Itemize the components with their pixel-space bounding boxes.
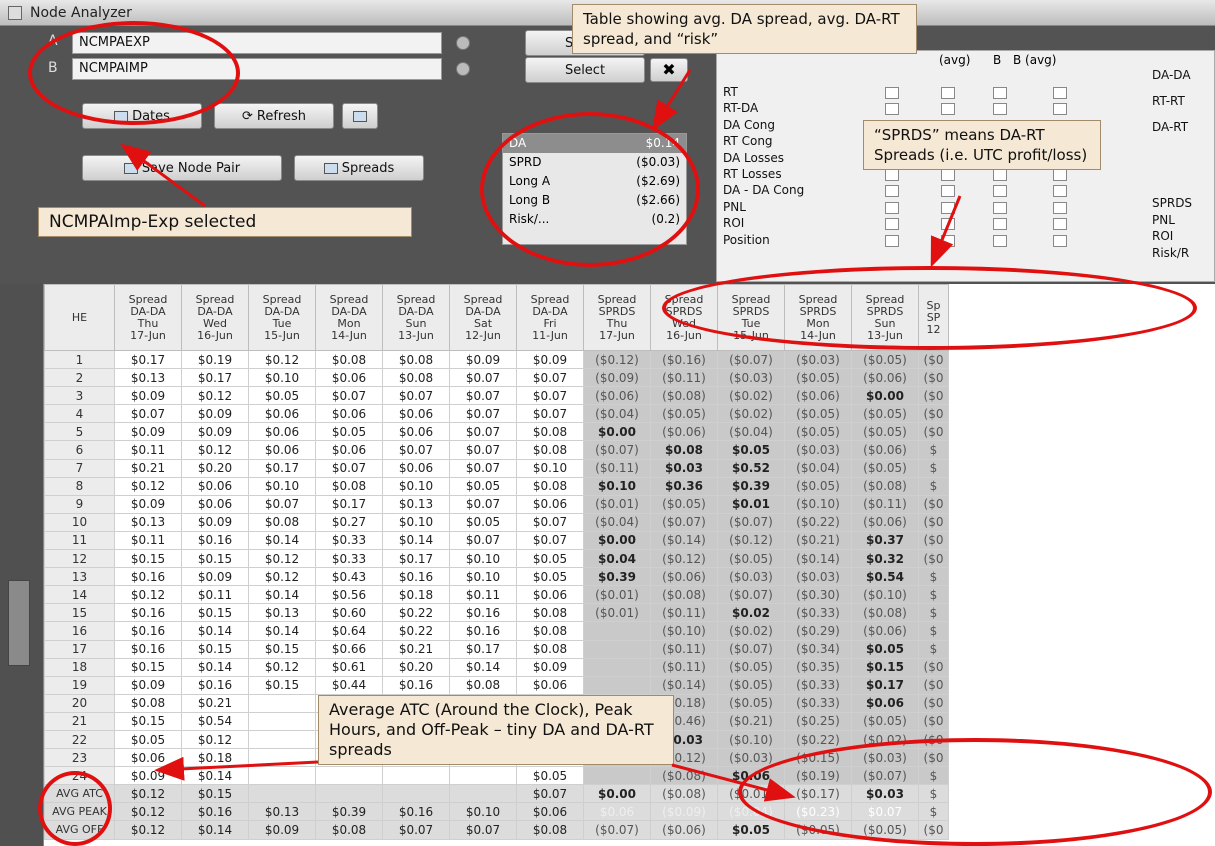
annotation-arrows (120, 69, 962, 802)
